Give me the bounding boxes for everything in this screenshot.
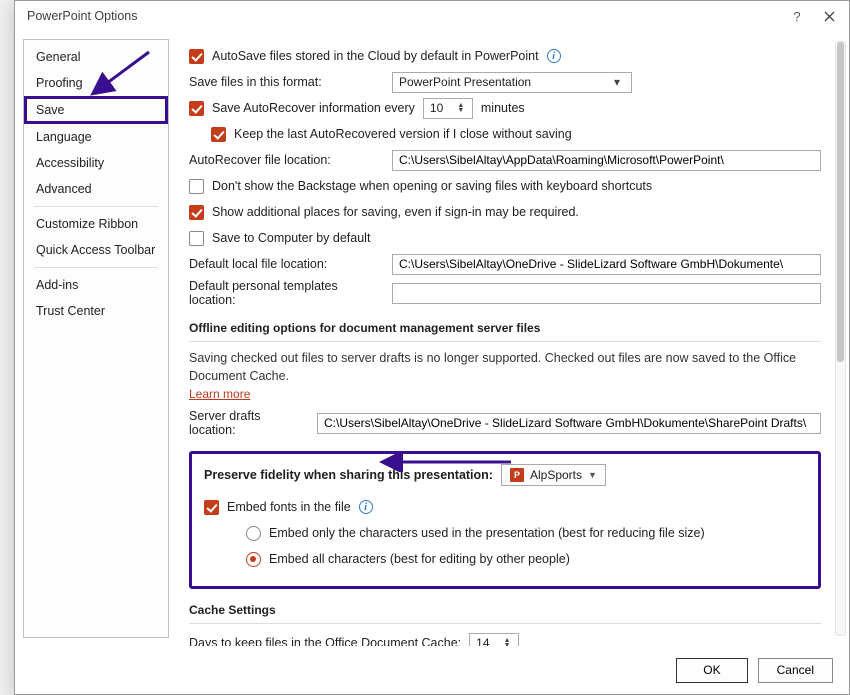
- dialog-footer: OK Cancel: [15, 646, 849, 694]
- default-local-label: Default local file location:: [189, 257, 384, 271]
- save-format-label: Save files in this format:: [189, 75, 384, 89]
- autosave-checkbox[interactable]: [189, 49, 204, 64]
- save-options-content: AutoSave files stored in the Cloud by de…: [189, 41, 827, 646]
- default-local-input[interactable]: [392, 254, 821, 275]
- main-panel: AutoSave files stored in the Cloud by de…: [169, 31, 849, 646]
- minutes-suffix: minutes: [481, 101, 525, 115]
- save-format-value: PowerPoint Presentation: [399, 75, 531, 89]
- help-button[interactable]: ?: [785, 4, 809, 28]
- sidebar-item-trust-center[interactable]: Trust Center: [24, 298, 168, 324]
- embed-all-label[interactable]: Embed all characters (best for editing b…: [269, 552, 570, 566]
- autorecover-minutes-spinner[interactable]: 10 ▲▼: [423, 98, 473, 119]
- server-drafts-input[interactable]: [317, 413, 821, 434]
- default-templates-label: Default personal templates location:: [189, 279, 384, 307]
- autosave-label[interactable]: AutoSave files stored in the Cloud by de…: [212, 49, 539, 63]
- save-computer-checkbox[interactable]: [189, 231, 204, 246]
- save-computer-label[interactable]: Save to Computer by default: [212, 231, 370, 245]
- title-bar: PowerPoint Options ?: [15, 1, 849, 31]
- backstage-label[interactable]: Don't show the Backstage when opening or…: [212, 179, 652, 193]
- autorecover-minutes-value: 10: [430, 101, 443, 115]
- category-sidebar: General Proofing Save Language Accessibi…: [23, 39, 169, 638]
- ok-button[interactable]: OK: [676, 658, 747, 683]
- fidelity-highlight: Preserve fidelity when sharing this pres…: [189, 451, 821, 589]
- autorecover-label[interactable]: Save AutoRecover information every: [212, 101, 415, 115]
- cancel-button[interactable]: Cancel: [758, 658, 833, 683]
- embed-fonts-label[interactable]: Embed fonts in the file: [227, 500, 351, 514]
- learn-more-link[interactable]: Learn more: [189, 387, 250, 401]
- keep-last-checkbox[interactable]: [211, 127, 226, 142]
- chevron-down-icon: ▾: [609, 75, 625, 89]
- save-format-select[interactable]: PowerPoint Presentation ▾: [392, 72, 632, 93]
- default-templates-input[interactable]: [392, 283, 821, 304]
- sidebar-item-quick-access[interactable]: Quick Access Toolbar: [24, 237, 168, 263]
- cache-section-title: Cache Settings: [189, 603, 821, 617]
- sidebar-item-general[interactable]: General: [24, 44, 168, 70]
- backstage-checkbox[interactable]: [189, 179, 204, 194]
- info-icon[interactable]: i: [547, 49, 561, 63]
- show-additional-checkbox[interactable]: [189, 205, 204, 220]
- sidebar-item-proofing[interactable]: Proofing: [24, 70, 168, 96]
- vertical-scrollbar[interactable]: [835, 41, 846, 636]
- scrollbar-thumb[interactable]: [837, 42, 844, 362]
- offline-section-title: Offline editing options for document man…: [189, 321, 821, 335]
- options-dialog: PowerPoint Options ? General Proofing Sa…: [14, 0, 850, 695]
- spinner-arrows-icon: ▲▼: [456, 103, 466, 113]
- offline-deprecated-text: Saving checked out files to server draft…: [189, 350, 821, 385]
- embed-only-radio[interactable]: [246, 526, 261, 541]
- close-button[interactable]: [817, 4, 841, 28]
- sidebar-item-language[interactable]: Language: [24, 124, 168, 150]
- embed-fonts-checkbox[interactable]: [204, 500, 219, 515]
- cache-days-label: Days to keep files in the Office Documen…: [189, 636, 461, 646]
- sidebar-item-save[interactable]: Save: [24, 96, 168, 124]
- close-icon: [824, 11, 835, 22]
- window-title: PowerPoint Options: [27, 9, 777, 23]
- embed-all-radio[interactable]: [246, 552, 261, 567]
- presentation-selector[interactable]: P AlpSports ▼: [501, 464, 606, 486]
- fidelity-section-title: Preserve fidelity when sharing this pres…: [204, 468, 493, 482]
- autorecover-loc-label: AutoRecover file location:: [189, 153, 384, 167]
- sidebar-item-customize-ribbon[interactable]: Customize Ribbon: [24, 211, 168, 237]
- powerpoint-icon: P: [510, 468, 524, 482]
- cache-days-spinner[interactable]: 14 ▲▼: [469, 633, 519, 647]
- presentation-name: AlpSports: [530, 468, 582, 482]
- autorecover-checkbox[interactable]: [189, 101, 204, 116]
- spinner-arrows-icon: ▲▼: [502, 638, 512, 646]
- cache-days-value: 14: [476, 636, 489, 646]
- sidebar-item-accessibility[interactable]: Accessibility: [24, 150, 168, 176]
- chevron-down-icon: ▼: [588, 470, 597, 480]
- sidebar-item-advanced[interactable]: Advanced: [24, 176, 168, 202]
- info-icon[interactable]: i: [359, 500, 373, 514]
- keep-last-label[interactable]: Keep the last AutoRecovered version if I…: [234, 127, 572, 141]
- autorecover-loc-input[interactable]: [392, 150, 821, 171]
- server-drafts-label: Server drafts location:: [189, 409, 309, 437]
- show-additional-label[interactable]: Show additional places for saving, even …: [212, 205, 579, 219]
- embed-only-label[interactable]: Embed only the characters used in the pr…: [269, 526, 705, 540]
- sidebar-item-addins[interactable]: Add-ins: [24, 272, 168, 298]
